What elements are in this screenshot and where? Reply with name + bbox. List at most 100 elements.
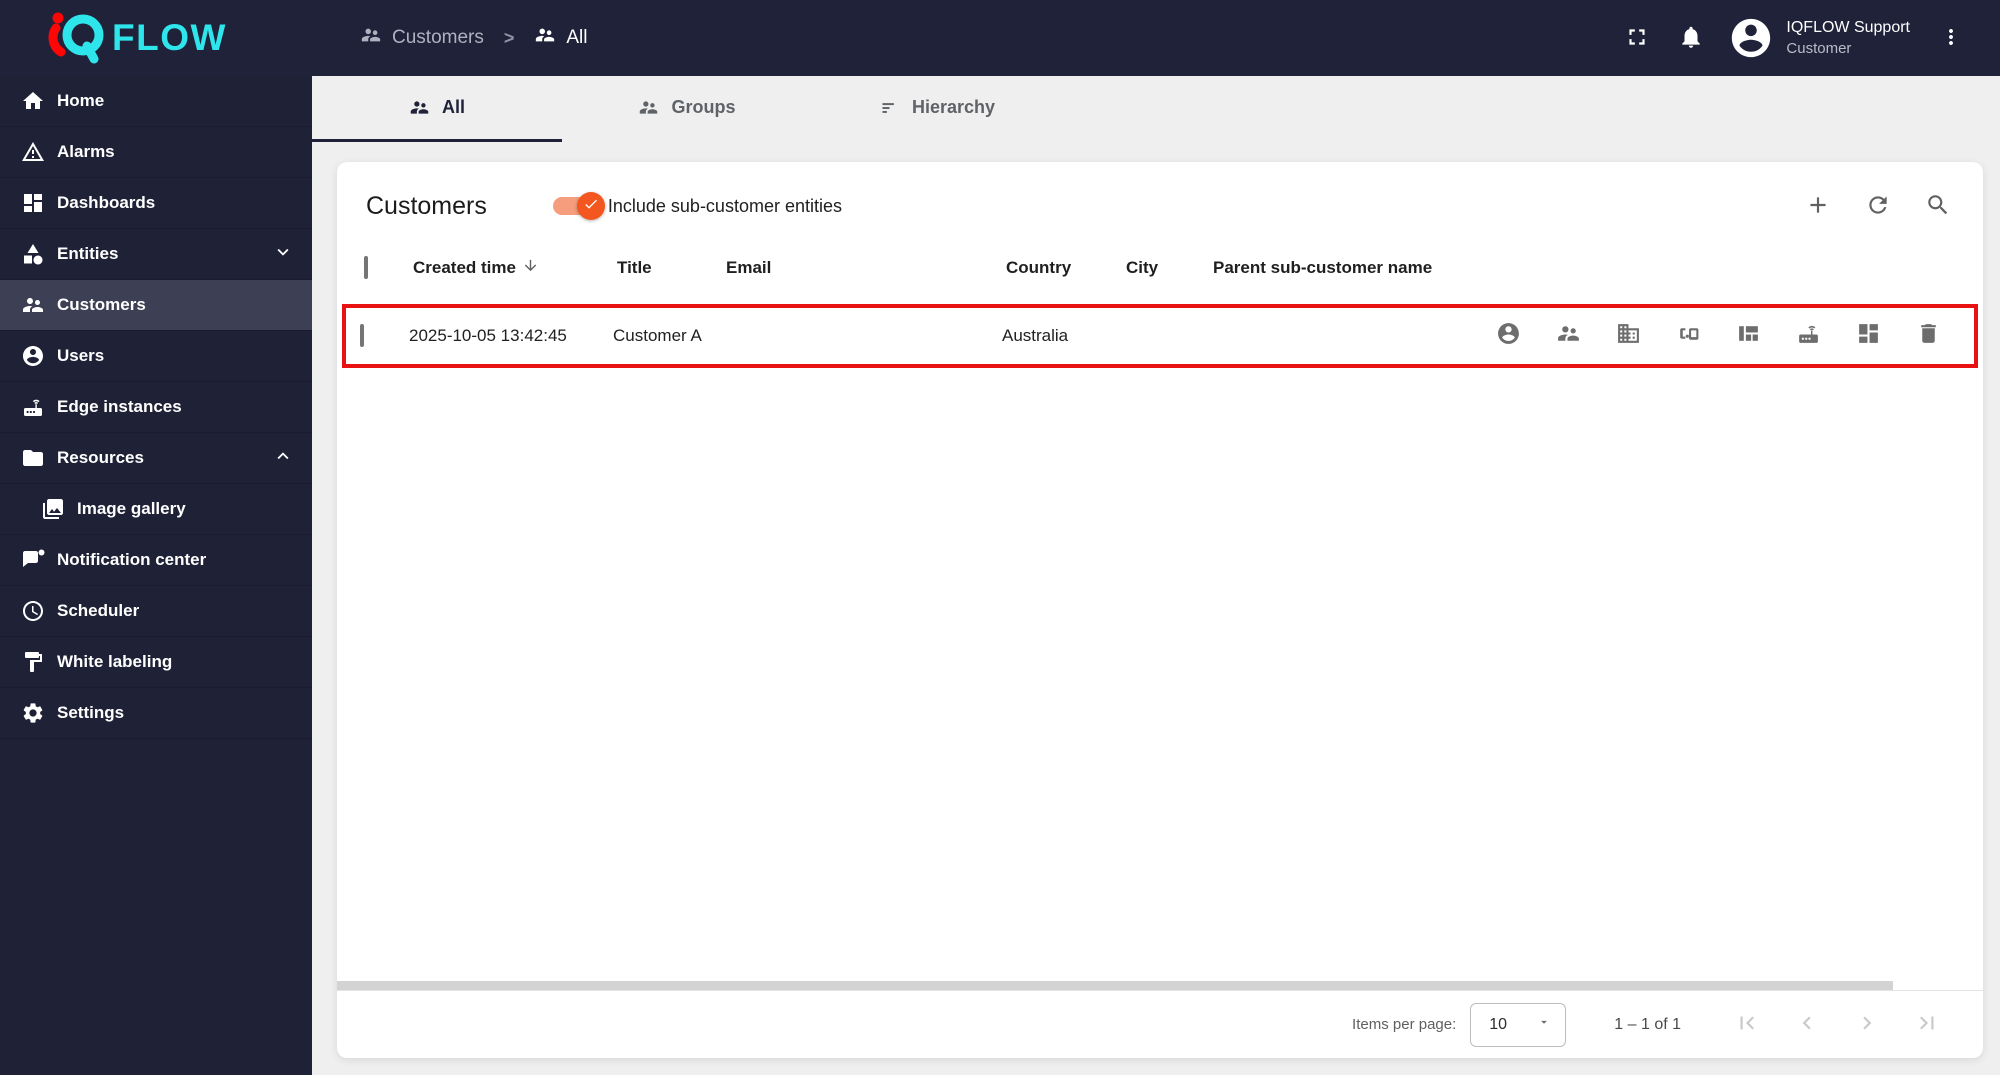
tab-hierarchy[interactable]: Hierarchy xyxy=(812,76,1062,142)
alarm-warning-icon xyxy=(20,139,46,165)
table-header-row: Created time Title Email Country City Pa… xyxy=(337,236,1983,300)
sidebar-item-edge-instances[interactable]: Edge instances xyxy=(0,382,312,433)
notifications-button[interactable] xyxy=(1664,11,1718,65)
sidebar-item-resources[interactable]: Resources xyxy=(0,433,312,484)
first-page-icon xyxy=(1734,1010,1760,1039)
fullscreen-button[interactable] xyxy=(1610,11,1664,65)
sidebar-item-alarms[interactable]: Alarms xyxy=(0,127,312,178)
manage-dashboard-groups-button[interactable] xyxy=(1838,321,1898,351)
column-header-created-time[interactable]: Created time xyxy=(413,257,617,279)
people-icon xyxy=(638,97,659,118)
card-header: Customers Include sub-customer entities xyxy=(337,162,1983,236)
column-header-parent-sub-customer[interactable]: Parent sub-customer name xyxy=(1213,258,1483,278)
dashboard-layout-icon xyxy=(1736,321,1761,351)
page-range-label: 1 – 1 of 1 xyxy=(1614,1015,1681,1033)
sidebar: Home Alarms Dashboards Entities Customer… xyxy=(0,76,312,1075)
breadcrumb-all[interactable]: All xyxy=(534,24,588,52)
user-name: IQFLOW Support xyxy=(1786,19,1910,37)
building-icon xyxy=(1616,321,1641,351)
sidebar-item-entities[interactable]: Entities xyxy=(0,229,312,280)
chevron-down-icon xyxy=(272,241,294,268)
iqflow-logo-text: FLOW xyxy=(112,17,227,58)
pagination-bar: Items per page: 10 1 – 1 of 1 xyxy=(337,990,1983,1058)
first-page-button[interactable] xyxy=(1733,1011,1761,1039)
manage-dashboards-button[interactable] xyxy=(1718,321,1778,351)
sidebar-item-image-gallery[interactable]: Image gallery xyxy=(0,484,312,535)
next-page-button[interactable] xyxy=(1853,1011,1881,1039)
column-header-title[interactable]: Title xyxy=(617,258,726,278)
previous-page-button[interactable] xyxy=(1793,1011,1821,1039)
cell-created-time: 2025-10-05 13:42:45 xyxy=(409,326,567,345)
manage-devices-button[interactable] xyxy=(1658,321,1718,351)
add-customer-button[interactable] xyxy=(1797,185,1839,227)
page-title: Customers xyxy=(366,191,487,220)
manage-customers-button[interactable] xyxy=(1538,321,1598,351)
folder-icon xyxy=(20,445,46,471)
people-icon xyxy=(534,24,556,52)
iqflow-logo-icon xyxy=(48,7,110,70)
cell-country: Australia xyxy=(1002,326,1069,345)
breadcrumb: Customers > All xyxy=(360,24,588,52)
sidebar-item-scheduler[interactable]: Scheduler xyxy=(0,586,312,637)
last-page-icon xyxy=(1914,1010,1940,1039)
tab-bar: All Groups Hierarchy xyxy=(312,76,2000,142)
include-sub-customers-toggle[interactable]: Include sub-customer entities xyxy=(552,192,842,220)
paint-roller-icon xyxy=(20,649,46,675)
column-header-city[interactable]: City xyxy=(1126,258,1213,278)
refresh-button[interactable] xyxy=(1857,185,1899,227)
last-page-button[interactable] xyxy=(1913,1011,1941,1039)
edge-router-icon xyxy=(20,394,46,420)
refresh-icon xyxy=(1865,192,1891,221)
sidebar-item-customers[interactable]: Customers xyxy=(0,280,312,331)
plus-icon xyxy=(1805,192,1831,221)
chevron-right-icon xyxy=(1854,1010,1880,1039)
chevron-left-icon xyxy=(1794,1010,1820,1039)
customers-card: Customers Include sub-customer entities xyxy=(337,162,1983,1058)
dashboards-icon xyxy=(20,190,46,216)
toggle-switch[interactable] xyxy=(552,192,605,220)
tab-all[interactable]: All xyxy=(312,76,562,142)
search-button[interactable] xyxy=(1917,185,1959,227)
breadcrumb-customers[interactable]: Customers xyxy=(360,24,484,52)
customers-people-icon xyxy=(20,292,46,318)
sidebar-item-dashboards[interactable]: Dashboards xyxy=(0,178,312,229)
select-all-checkbox[interactable] xyxy=(364,256,368,279)
column-header-country[interactable]: Country xyxy=(1006,258,1126,278)
horizontal-scrollbar[interactable] xyxy=(337,981,1893,990)
clock-icon xyxy=(20,598,46,624)
user-circle-icon xyxy=(1496,321,1521,351)
manage-edge-instances-button[interactable] xyxy=(1778,321,1838,351)
trash-icon xyxy=(1916,321,1941,351)
tab-groups[interactable]: Groups xyxy=(562,76,812,142)
user-block[interactable]: IQFLOW Support Customer xyxy=(1786,17,1910,59)
iqflow-logo[interactable]: FLOW xyxy=(0,7,312,70)
more-vert-icon xyxy=(1939,25,1963,52)
people-icon xyxy=(360,24,382,52)
sidebar-item-white-labeling[interactable]: White labeling xyxy=(0,637,312,688)
search-icon xyxy=(1925,192,1951,221)
devices-icon xyxy=(1676,321,1701,351)
pagination-controls xyxy=(1733,1011,1941,1039)
sort-lines-icon xyxy=(879,97,900,118)
topbar-actions: IQFLOW Support Customer xyxy=(1610,11,2000,65)
delete-button[interactable] xyxy=(1898,321,1958,351)
sidebar-item-home[interactable]: Home xyxy=(0,76,312,127)
user-circle-icon xyxy=(20,343,46,369)
top-bar: FLOW Customers > All IQFLOW Support Cust… xyxy=(0,0,2000,76)
column-header-email[interactable]: Email xyxy=(726,258,1006,278)
page-size-select[interactable]: 10 xyxy=(1470,1002,1567,1047)
table-row[interactable]: 2025-10-05 13:42:45 Customer A Australia xyxy=(342,304,1978,368)
more-menu-button[interactable] xyxy=(1924,11,1978,65)
people-icon xyxy=(409,97,430,118)
sidebar-item-settings[interactable]: Settings xyxy=(0,688,312,739)
row-checkbox[interactable] xyxy=(360,324,364,347)
fullscreen-icon xyxy=(1624,24,1650,53)
home-icon xyxy=(20,88,46,114)
avatar[interactable] xyxy=(1728,15,1774,61)
manage-users-button[interactable] xyxy=(1478,321,1538,351)
sidebar-item-notification-center[interactable]: Notification center xyxy=(0,535,312,586)
manage-assets-button[interactable] xyxy=(1598,321,1658,351)
dropdown-caret-icon xyxy=(1537,1015,1551,1034)
sidebar-item-users[interactable]: Users xyxy=(0,331,312,382)
table-header-actions xyxy=(1797,185,1959,227)
